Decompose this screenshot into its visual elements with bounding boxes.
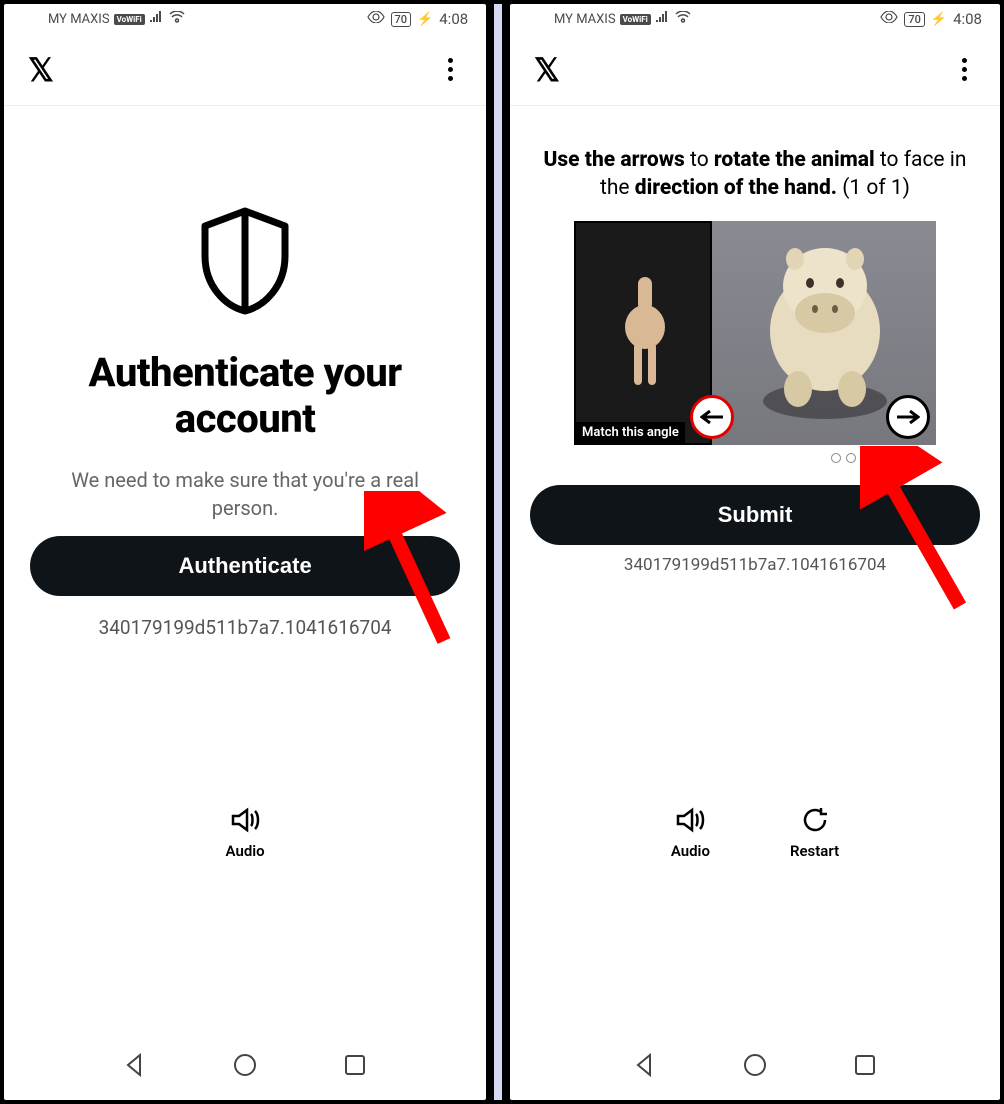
- progress-dot-active: [906, 453, 916, 463]
- speaker-icon: [229, 806, 261, 838]
- reference-label: Match this angle: [576, 422, 685, 443]
- vowifi-badge: VoWiFi: [620, 14, 651, 25]
- wifi-icon: [169, 11, 185, 27]
- rotate-left-button[interactable]: [690, 395, 734, 439]
- progress-dots: [574, 453, 936, 463]
- captcha-panel: Match this angle: [574, 221, 936, 445]
- nav-recent-button[interactable]: [850, 1050, 880, 1080]
- audio-label: Audio: [226, 842, 265, 860]
- status-bar: MY MAXIS VoWiFi 70 ⚡ 4:08: [510, 4, 1000, 34]
- restart-label: Restart: [790, 842, 839, 860]
- more-menu-button[interactable]: [952, 58, 976, 82]
- progress-dot: [891, 453, 901, 463]
- progress-dot: [861, 453, 871, 463]
- x-logo: 𝕏: [28, 51, 54, 89]
- animal-image: [712, 221, 936, 445]
- rotate-right-button[interactable]: [886, 395, 930, 439]
- more-menu-button[interactable]: [438, 58, 462, 82]
- eye-icon: [880, 11, 898, 27]
- challenge-hash: 340179199d511b7a7.1041616704: [624, 555, 886, 575]
- submit-button[interactable]: Submit: [530, 485, 980, 545]
- app-header: 𝕏: [4, 34, 486, 106]
- carrier-label: MY MAXIS: [554, 12, 616, 27]
- eye-icon: [367, 11, 385, 27]
- clock: 4:08: [439, 10, 468, 28]
- phone-screen-right: MY MAXIS VoWiFi 70 ⚡ 4:08 𝕏: [510, 4, 1000, 1100]
- nav-back-button[interactable]: [630, 1050, 660, 1080]
- signal-icon: [655, 11, 671, 27]
- authenticate-button[interactable]: Authenticate: [30, 536, 460, 596]
- auth-title: Authenticate your account: [24, 350, 466, 442]
- status-bar: MY MAXIS VoWiFi 70 ⚡ 4:08: [4, 4, 486, 34]
- app-header: 𝕏: [510, 34, 1000, 106]
- nav-home-button[interactable]: [230, 1050, 260, 1080]
- nav-recent-button[interactable]: [340, 1050, 370, 1080]
- audio-button[interactable]: Audio: [226, 806, 265, 860]
- signal-icon: [149, 11, 165, 27]
- battery-level: 70: [904, 12, 925, 27]
- battery-level: 70: [391, 12, 412, 27]
- charge-icon: ⚡: [417, 12, 433, 27]
- system-nav-bar: [4, 1030, 486, 1100]
- audio-button[interactable]: Audio: [671, 806, 710, 860]
- nav-back-button[interactable]: [120, 1050, 150, 1080]
- restart-icon: [799, 806, 831, 838]
- vowifi-badge: VoWiFi: [114, 14, 145, 25]
- charge-icon: ⚡: [931, 12, 947, 27]
- carrier-label: MY MAXIS: [48, 12, 110, 27]
- auth-subtitle: We need to make sure that you're a real …: [24, 466, 466, 522]
- restart-button[interactable]: Restart: [790, 806, 839, 860]
- challenge-content: Use the arrows to rotate the animal to f…: [510, 106, 1000, 1030]
- challenge-hash: 340179199d511b7a7.1041616704: [99, 616, 392, 639]
- shield-icon: [195, 206, 295, 320]
- speaker-icon: [674, 806, 706, 838]
- hippo-icon: [750, 241, 900, 421]
- wifi-icon: [675, 11, 691, 27]
- clock: 4:08: [953, 10, 982, 28]
- auth-content: Authenticate your account We need to mak…: [4, 106, 486, 1030]
- phone-screen-left: MY MAXIS VoWiFi 70 ⚡ 4:08 𝕏: [4, 4, 486, 1100]
- x-logo: 𝕏: [534, 51, 560, 89]
- progress-dot: [876, 453, 886, 463]
- audio-label: Audio: [671, 842, 710, 860]
- system-nav-bar: [510, 1030, 1000, 1100]
- challenge-instruction: Use the arrows to rotate the animal to f…: [530, 146, 980, 203]
- progress-dot: [831, 453, 841, 463]
- hand-icon: [624, 277, 666, 387]
- nav-home-button[interactable]: [740, 1050, 770, 1080]
- progress-dot: [846, 453, 856, 463]
